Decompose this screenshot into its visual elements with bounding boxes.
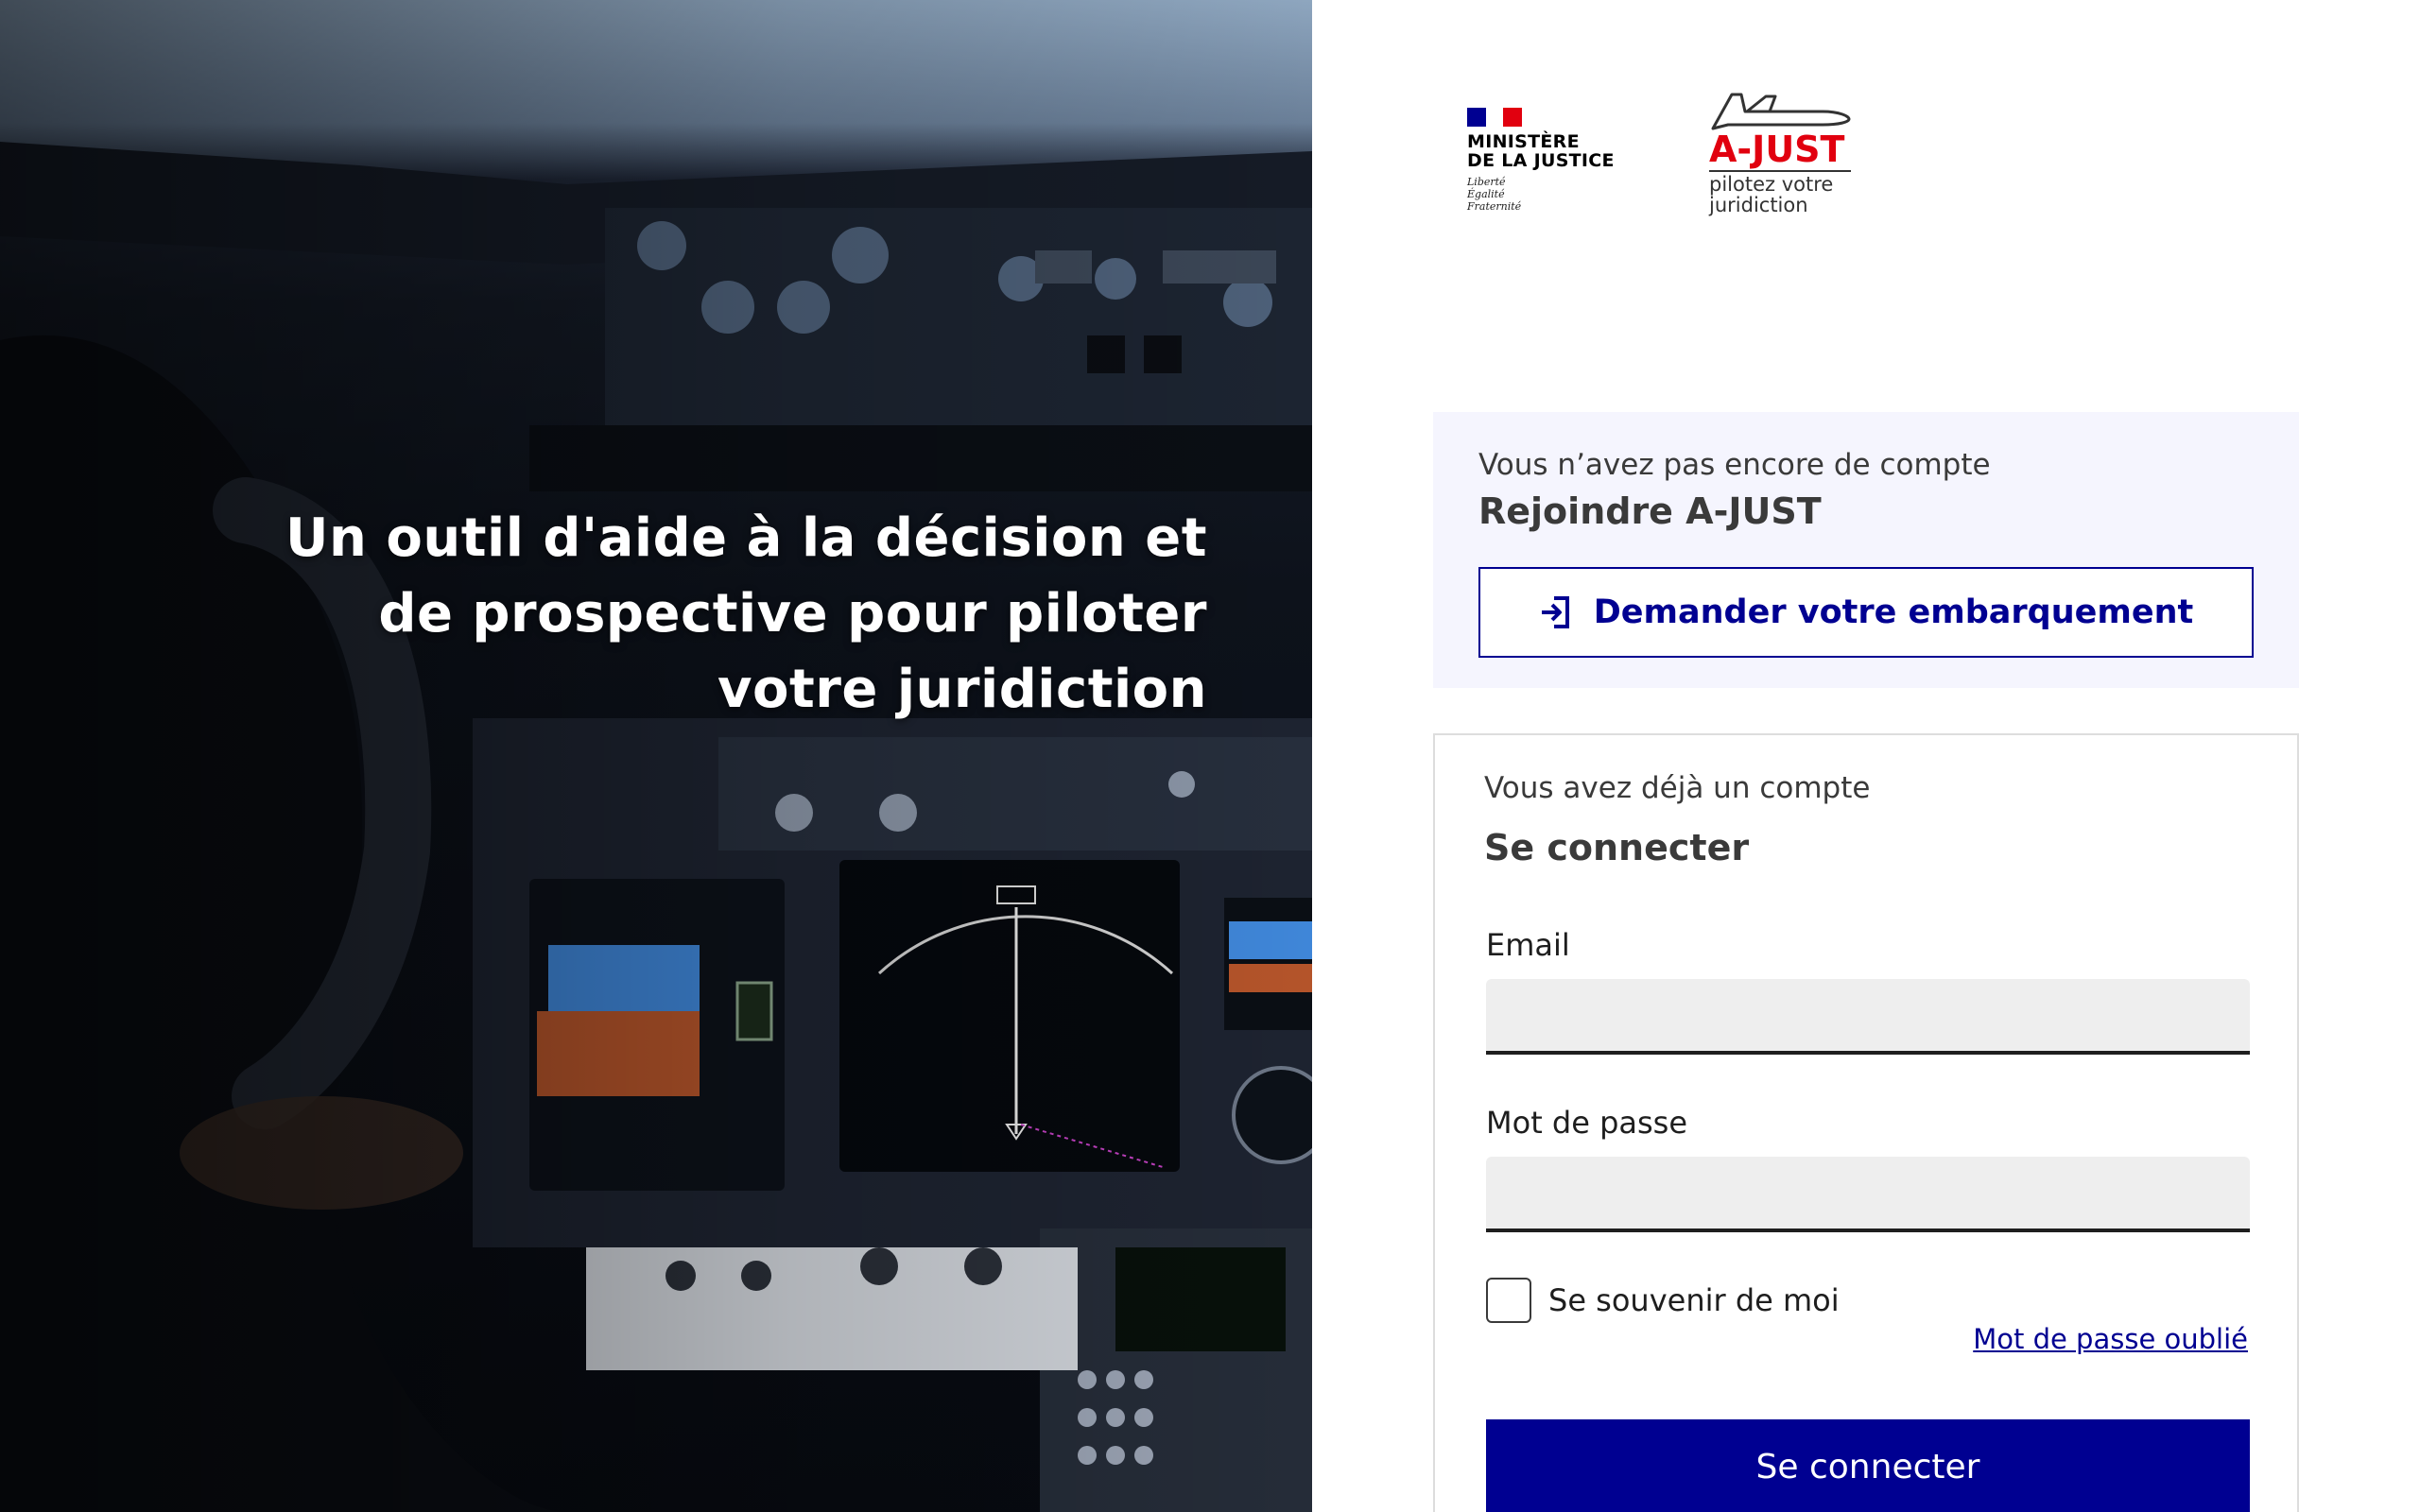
ministry-title-line-2: DE LA JUSTICE [1467, 150, 1615, 171]
login-arrow-icon [1541, 596, 1569, 628]
ministry-title-line-1: MINISTÈRE [1467, 131, 1580, 152]
sign-in-button[interactable]: Se connecter [1486, 1419, 2250, 1512]
a-just-tagline: pilotez votre juridiction [1709, 170, 1851, 215]
a-just-tagline-line-1: pilotez votre [1709, 173, 1834, 196]
remember-me-checkbox[interactable] [1486, 1278, 1531, 1323]
forgot-password-link[interactable]: Mot de passe oublié [1973, 1323, 2248, 1355]
hero-tagline-line-3: votre juridiction [717, 659, 1207, 720]
password-input[interactable] [1486, 1157, 2250, 1232]
republic-motto: Liberté Égalité Fraternité [1467, 176, 1628, 213]
hero-tagline-line-2: de prospective pour piloter [378, 583, 1207, 644]
motto-egalite: Égalité [1467, 188, 1505, 200]
hero-tagline: Un outil d'aide à la décision et de pros… [262, 501, 1207, 728]
cockpit-background-image [0, 0, 1312, 1512]
auth-panel: MINISTÈRE DE LA JUSTICE Liberté Égalité … [1312, 0, 2420, 1512]
ministry-of-justice-logo: MINISTÈRE DE LA JUSTICE Liberté Égalité … [1467, 108, 1628, 213]
login-card: Vous avez déjà un compte Se connecter Em… [1433, 733, 2299, 1512]
motto-fraternite: Fraternité [1467, 200, 1522, 213]
a-just-wordmark: A-JUST [1709, 129, 1845, 170]
join-subtitle: Vous n’avez pas encore de compte [1478, 448, 1991, 482]
request-boarding-button[interactable]: Demander votre embarquement [1478, 567, 2254, 658]
a-just-tagline-line-2: juridiction [1709, 194, 1808, 216]
airplane-icon [1711, 93, 1851, 130]
hero-panel: Un outil d'aide à la décision et de pros… [0, 0, 1312, 1512]
join-title: Rejoindre A-JUST [1478, 490, 1822, 532]
login-subtitle: Vous avez déjà un compte [1484, 771, 1871, 805]
request-boarding-label: Demander votre embarquement [1593, 593, 2194, 631]
hero-tagline-line-1: Un outil d'aide à la décision et [285, 507, 1207, 569]
join-card: Vous n’avez pas encore de compte Rejoind… [1433, 412, 2299, 688]
login-title: Se connecter [1484, 827, 1750, 868]
email-input[interactable] [1486, 979, 2250, 1055]
motto-liberte: Liberté [1467, 176, 1506, 188]
email-label: Email [1486, 927, 1570, 963]
a-just-logo: A-JUST pilotez votre juridiction [1709, 91, 1860, 215]
french-flag-icon [1467, 108, 1522, 127]
password-label: Mot de passe [1486, 1105, 1688, 1141]
remember-me-row: Se souvenir de moi [1486, 1278, 1840, 1323]
remember-me-label[interactable]: Se souvenir de moi [1548, 1282, 1840, 1318]
